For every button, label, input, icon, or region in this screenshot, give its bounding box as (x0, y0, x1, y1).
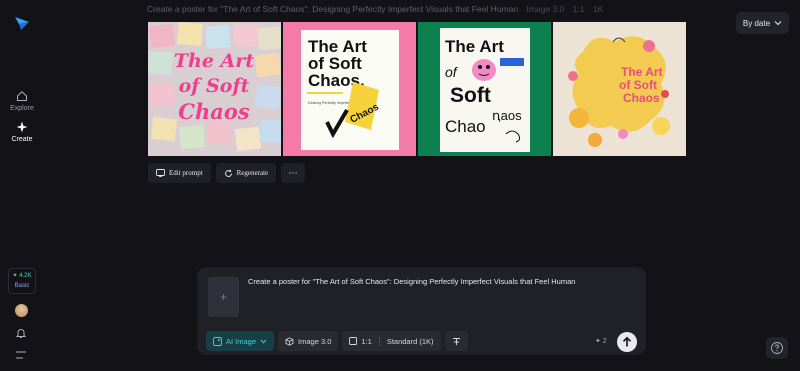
sticky-notes-poster: The Art of Soft Chaos (148, 22, 281, 156)
sidebar: Explore Create ✦ 4.2K Basic (0, 0, 44, 371)
poster4-line1: The Art (621, 65, 663, 79)
nav-create[interactable]: Create (0, 121, 44, 143)
more-options-button[interactable]: ··· (281, 163, 306, 183)
aspect-ratio-icon (349, 337, 358, 345)
prompt-composer: + Create a poster for "The Art of Soft C… (197, 267, 646, 355)
generated-image-3[interactable]: The Art of Soft Chao ꞑaos (418, 22, 551, 156)
image-gallery: The Art of Soft Chaos The Art of Soft Ch… (148, 22, 686, 156)
plus-icon: + (219, 290, 227, 304)
help-button[interactable] (766, 337, 788, 359)
prompt-header: Create a poster for "The Art of Soft Cha… (147, 4, 603, 14)
text-format-icon (452, 337, 460, 345)
send-button[interactable] (617, 332, 637, 352)
avatar[interactable] (15, 304, 28, 317)
nav-explore-label: Explore (10, 105, 34, 112)
credits-amount: ✦ 4.2K (12, 273, 32, 279)
ratio-label: 1:1 (361, 336, 372, 346)
chevron-down-icon (774, 21, 782, 26)
poster4-line3: Chaos (623, 91, 660, 105)
refresh-icon (224, 169, 232, 177)
regenerate-label: Regenerate (236, 169, 269, 177)
ai-image-mode-dropdown[interactable]: AI Image (206, 331, 275, 351)
poster3-line4: Chao (445, 117, 486, 136)
generated-image-1[interactable]: The Art of Soft Chaos (148, 22, 281, 156)
poster3-line1: The Art (445, 37, 504, 56)
ratio-quality-selector[interactable]: 1:1 Standard (1K) (342, 331, 441, 351)
help-icon (771, 342, 783, 354)
chevron-down-icon (260, 339, 267, 344)
divider (378, 336, 380, 346)
pink-card-poster: The Art of Soft Chaos. Desking Perfectly… (283, 22, 416, 156)
poster4-line2: of Soft (619, 78, 657, 92)
ai-image-label: AI Image (226, 336, 257, 346)
nav-explore[interactable]: Explore (0, 90, 44, 112)
plan-label: Basic (14, 283, 30, 289)
edit-prompt-button[interactable]: Edit prompt (148, 163, 211, 183)
sort-label: By date (742, 18, 771, 28)
edit-icon (156, 169, 165, 177)
text-settings-button[interactable] (444, 331, 468, 351)
home-icon (17, 91, 27, 101)
model-meta: Image 3.0 (526, 4, 565, 14)
quality-label: Standard (1K) (386, 336, 434, 346)
image-mode-icon (213, 336, 222, 346)
generated-image-4[interactable]: The Art of Soft Chaos (553, 22, 686, 156)
bell-icon[interactable] (15, 327, 27, 339)
resolution-meta: 1K (592, 4, 604, 14)
regenerate-button[interactable]: Regenerate (215, 163, 277, 183)
yellow-blob-poster: The Art of Soft Chaos (553, 22, 686, 156)
model-selector[interactable]: Image 3.0 (278, 331, 339, 351)
credits-badge[interactable]: ✦ 4.2K Basic (8, 268, 36, 294)
more-dots-icon: ··· (288, 168, 298, 178)
model-label: Image 3.0 (298, 336, 332, 346)
prompt-title: Create a poster for "The Art of Soft Cha… (147, 4, 519, 14)
poster1-line2: of Soft (179, 75, 250, 97)
poster1-line3: Chaos (178, 99, 250, 124)
generated-image-2[interactable]: The Art of Soft Chaos. Desking Perfectly… (283, 22, 416, 156)
prompt-input[interactable]: Create a poster for "The Art of Soft Cha… (248, 277, 628, 286)
edit-prompt-label: Edit prompt (169, 169, 203, 177)
composer-toolbar: AI Image Image 3.0 1:1 Standard (1K) (206, 331, 468, 351)
poster3-line3: Soft (450, 84, 491, 107)
sparkle-icon (16, 121, 28, 133)
menu-icon[interactable] (16, 351, 26, 359)
poster1-line1: The Art (174, 50, 254, 72)
generation-cost: ✦ 2 (595, 338, 607, 345)
nav-create-label: Create (11, 136, 33, 143)
arrow-up-icon (622, 336, 632, 347)
image-actions: Edit prompt Regenerate ··· (148, 163, 306, 183)
paper-plane-logo-icon[interactable] (13, 14, 31, 32)
cube-icon (285, 336, 294, 346)
sort-dropdown[interactable]: By date (736, 12, 789, 34)
add-reference-image-button[interactable]: + (208, 277, 239, 317)
green-card-poster: The Art of Soft Chao ꞑaos (418, 22, 551, 156)
ratio-meta: 1:1 (572, 4, 585, 14)
poster3-line5: ꞑaos (492, 108, 522, 123)
